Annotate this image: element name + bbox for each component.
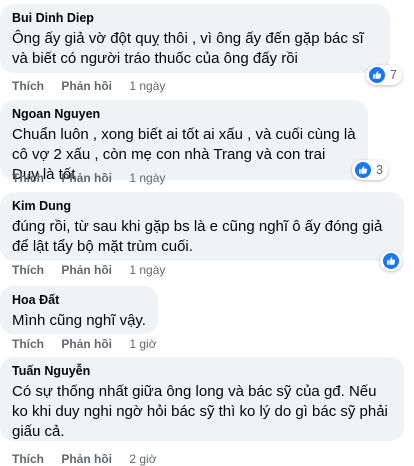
like-button[interactable]: Thích [12,79,44,93]
reaction-count: 3 [376,163,383,177]
reaction-badge[interactable]: 7 [366,65,402,85]
like-icon [383,253,399,269]
reply-button[interactable]: Phản hồi [61,79,112,93]
like-button[interactable]: Thích [12,337,44,351]
reaction-badge[interactable]: 3 [352,160,388,180]
comment-author[interactable]: Tuấn Nguyễn [12,363,392,379]
comment-author[interactable]: Hoa Đất [12,292,146,308]
comment-timestamp[interactable]: 1 ngày [129,79,165,93]
comment-timestamp[interactable]: 1 giờ [129,337,156,351]
comment-author[interactable]: Kim Dung [12,198,392,214]
comment-bubble: Kim Dung đúng rồi, từ sau khi gặp bs là … [0,192,404,261]
comment-text: đúng rồi, từ sau khi gặp bs là e cũng ng… [12,218,383,255]
comment-actions: Thích Phản hồi 1 giờ [12,337,157,351]
comment-actions: Thích Phản hồi 1 ngày [12,79,165,93]
reply-button[interactable]: Phản hồi [61,263,112,277]
comment-bubble: Ngoan Nguyen Chuẩn luôn , xong biết ai t… [0,100,368,183]
like-icon [355,162,371,178]
comment-author[interactable]: Bui Dinh Diep [12,10,378,26]
comment-timestamp[interactable]: 1 ngày [129,171,165,185]
comment-bubble: Tuấn Nguyễn Có sự thống nhất giữa ông lo… [0,357,404,441]
comment-bubble: Hoa Đất Mình cũng nghĩ vậy. [0,286,158,334]
reaction-badge[interactable] [380,251,402,271]
like-button[interactable]: Thích [12,452,44,466]
reply-button[interactable]: Phản hồi [61,452,112,466]
comment-actions: Thích Phản hồi 1 ngày [12,263,165,277]
reaction-count: 7 [390,68,397,82]
comment-author[interactable]: Ngoan Nguyen [12,106,356,122]
comment-text: Mình cũng nghĩ vậy. [12,312,146,329]
comment-text: Có sự thống nhất giữa ông long và bác sỹ… [12,383,388,440]
comment-timestamp[interactable]: 2 giờ [129,452,156,466]
like-button[interactable]: Thích [12,171,44,185]
like-button[interactable]: Thích [12,263,44,277]
like-icon [369,67,385,83]
comment-actions: Thích Phản hồi 2 giờ [12,452,157,466]
comment-actions: Thích Phản hồi 1 ngày [12,171,165,185]
comment-bubble: Bui Dinh Diep Ông ấy giả vờ đột quỵ thôi… [0,4,390,73]
comment-timestamp[interactable]: 1 ngày [129,263,165,277]
reply-button[interactable]: Phản hồi [61,171,112,185]
comment-text: Ông ấy giả vờ đột quỵ thôi , vì ông ấy đ… [12,30,364,67]
reply-button[interactable]: Phản hồi [61,337,112,351]
